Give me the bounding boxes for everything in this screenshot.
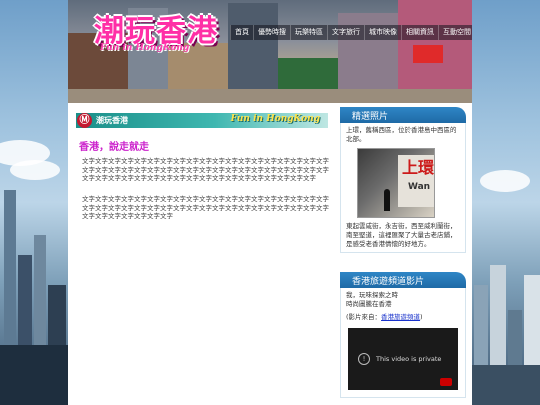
panel-title: 精選照片 [352, 112, 389, 122]
featured-photo[interactable]: 上環 Wan [357, 148, 435, 218]
nav-item-fun-zone[interactable]: 玩樂特區 [290, 25, 327, 40]
cloud [10, 160, 60, 180]
panel-body: 我，玩味探索之時 時尚圖騰在香港 (影片來自：香港旅遊頻道) ! This vi… [340, 288, 466, 398]
featured-photo-panel: 精選照片 上環，舊稱西區，位於香港島中西區的北部。 上環 Wan 東起雲咸街，永… [340, 107, 466, 253]
cloud [480, 170, 530, 192]
video-source-prefix: (影片來自： [346, 313, 382, 321]
banner-shop-sign [413, 45, 443, 63]
logo-tagline: Fun in HongKong [100, 43, 190, 53]
panel-body: 上環，舊稱西區，位於香港島中西區的北部。 上環 Wan 東起雲咸街，永吉街，西至… [340, 123, 466, 253]
photo-caption-top: 上環，舊稱西區，位於香港島中西區的北部。 [346, 126, 457, 143]
video-source: (影片來自：香港旅遊頻道) [346, 313, 460, 322]
video-panel: 香港旅遊頻道影片 我，玩味探索之時 時尚圖騰在香港 (影片來自：香港旅遊頻道) … [340, 272, 466, 398]
content-title-bar: Ⓜ 潮玩香港 Fun in HongKong [76, 113, 328, 128]
nav-item-search[interactable]: 優勢時搜 [253, 25, 290, 40]
video-status-message: This video is private [376, 355, 442, 363]
section-title-logo: Fun in HongKong [230, 114, 320, 124]
main-nav: 首頁 優勢時搜 玩樂特區 文字旅行 城市映像 相關資訊 互動空間 [230, 25, 472, 40]
body-paragraph: 文字文字文字文字文字文字文字文字文字文字文字文字文字文字文字文字文字文字文字文字… [82, 157, 329, 182]
background-right [472, 0, 540, 405]
banner-street [68, 89, 472, 103]
skyline-base [0, 345, 68, 405]
alert-icon: ! [358, 353, 370, 365]
photo-person [384, 189, 390, 211]
panel-title: 香港旅遊頻道影片 [352, 277, 425, 287]
photo-caption-bottom: 東起雲咸街，永吉街，西至威利蘭街，南至堅道，這裡匯聚了大量古老店鋪，是感受老香港… [346, 222, 457, 248]
youtube-icon[interactable] [440, 378, 452, 386]
header-banner: 潮玩香港 Fun in HongKong 首頁 優勢時搜 玩樂特區 文字旅行 城… [68, 0, 472, 103]
mtr-logo-icon: Ⓜ [77, 113, 92, 128]
nav-item-home[interactable]: 首頁 [230, 25, 253, 40]
photo-sign-text: 上環 [402, 158, 435, 177]
nav-item-interactive[interactable]: 互動空間 [438, 25, 472, 40]
video-player[interactable]: ! This video is private [348, 328, 458, 390]
nav-item-city-image[interactable]: 城市映像 [364, 25, 401, 40]
site-logo[interactable]: 潮玩香港 Fun in HongKong [92, 6, 242, 58]
video-line: 時尚圖騰在香港 [346, 300, 392, 308]
video-source-link[interactable]: 香港旅遊頻道 [381, 313, 420, 321]
nav-item-info[interactable]: 相關資訊 [401, 25, 438, 40]
page-container: 潮玩香港 Fun in HongKong 首頁 優勢時搜 玩樂特區 文字旅行 城… [68, 0, 472, 405]
nav-item-text-travel[interactable]: 文字旅行 [327, 25, 364, 40]
page-heading: 香港，說走就走 [79, 142, 149, 153]
panel-header: 精選照片 [340, 107, 466, 123]
panel-header: 香港旅遊頻道影片 [340, 272, 466, 288]
background-left [0, 0, 68, 405]
section-title: 潮玩香港 [96, 116, 128, 125]
skyline-base [472, 365, 540, 405]
body-paragraph: 文字文字文字文字文字文字文字文字文字文字文字文字文字文字文字文字文字文字文字文字… [82, 195, 329, 220]
video-line: 我，玩味探索之時 [346, 291, 398, 299]
video-source-suffix: ) [420, 313, 423, 321]
photo-sign-text: Wan [408, 182, 431, 192]
